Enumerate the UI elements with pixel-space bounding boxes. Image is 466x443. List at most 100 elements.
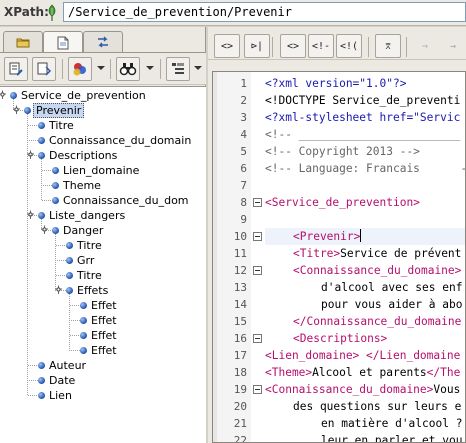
tree-expander-icon[interactable] — [12, 105, 21, 114]
tree-node[interactable]: Liste_dangers — [0, 208, 206, 223]
edit-element-button[interactable] — [4, 57, 28, 81]
tree-node[interactable]: Lien — [0, 388, 206, 403]
xpath-input[interactable]: /Service_de_prevention/Prevenir — [63, 2, 466, 22]
outline-view-dropdown-arrow[interactable] — [194, 66, 202, 70]
code-text: <!-- Copyright 2013 --> — [265, 145, 420, 158]
tree-node[interactable]: Effet — [0, 343, 206, 358]
line-number: 21 — [233, 417, 247, 430]
code-line[interactable]: <Connaissance_du_domaine> — [265, 262, 465, 279]
line-number: 17 — [233, 349, 247, 362]
fold-toggle-icon[interactable] — [253, 385, 262, 394]
code-text: <Connaissance_du_domaine> — [293, 264, 462, 277]
xml-tag: </Lien_domaine — [366, 349, 461, 362]
jump-disabled-button[interactable]: ⇝ — [440, 34, 466, 58]
code-line[interactable]: en matière d'alcool ? — [265, 415, 465, 432]
tree-node[interactable]: Effet — [0, 313, 206, 328]
code-line[interactable]: <Service_de_prevention> — [265, 194, 465, 211]
code-line[interactable]: <!-- Language: Francais - — [265, 160, 465, 177]
tree-node[interactable]: Prevenir — [0, 103, 206, 118]
tree-expander-icon[interactable] — [40, 225, 49, 234]
line-number: 20 — [233, 400, 247, 413]
tree-node[interactable]: Service_de_prevention — [0, 88, 206, 103]
tree-node[interactable]: Effet — [0, 298, 206, 313]
tree-node-label: Lien — [49, 389, 72, 402]
code-line[interactable]: pour vous aider à abo — [265, 296, 465, 313]
tree-node[interactable]: Descriptions — [0, 148, 206, 163]
tag-pair-button[interactable]: <> — [280, 34, 306, 58]
element-node-icon — [66, 287, 73, 294]
xml-tag: <Connaissance_du_domaine> — [265, 383, 434, 396]
tab-folder[interactable] — [3, 31, 43, 52]
tree-node[interactable]: Titre — [0, 268, 206, 283]
tree-node-label: Titre — [77, 269, 102, 282]
next-disabled-button[interactable]: ⇒ — [412, 34, 438, 58]
split-tags-button[interactable]: ⊳| — [244, 34, 270, 58]
fold-toggle-icon[interactable] — [253, 198, 262, 207]
element-node-icon — [66, 272, 73, 279]
code-line[interactable]: <?xml version="1.0"?> — [265, 75, 465, 92]
tree-node[interactable]: Auteur — [0, 358, 206, 373]
code-line[interactable] — [265, 211, 465, 228]
tree-expander-icon[interactable] — [26, 150, 35, 159]
code-line[interactable] — [265, 177, 465, 194]
code-text: en matière d'alcool ? — [321, 417, 463, 430]
code-line[interactable]: <Theme>Alcool et parents</The — [265, 364, 465, 381]
tag-view-button[interactable]: <> — [214, 34, 240, 58]
code-line[interactable]: leur en parler et vou — [265, 432, 465, 442]
code-line[interactable]: <!-- Copyright 2013 --> — [265, 143, 465, 160]
tree-expander-icon[interactable] — [0, 90, 7, 99]
code-line[interactable]: des questions sur leurs e — [265, 398, 465, 415]
refresh-tree-button[interactable] — [32, 57, 56, 81]
code-line[interactable]: <Connaissance_du_domaine>Vous — [265, 381, 465, 398]
code-line[interactable]: <Lien_domaine> </Lien_domaine — [265, 347, 465, 364]
code-line[interactable]: <Descriptions> — [265, 330, 465, 347]
tab-arrows[interactable] — [83, 31, 123, 52]
tree-node[interactable]: Connaissance_du_domain — [0, 133, 206, 148]
tree-node-label: Effet — [91, 344, 117, 357]
find-button[interactable] — [116, 57, 140, 81]
xpath-label: XPath: — [4, 5, 49, 19]
tree-expander-icon[interactable] — [26, 210, 35, 219]
comment-button[interactable]: <!- — [308, 34, 334, 58]
fold-toggle-icon[interactable] — [253, 334, 262, 343]
tree-node[interactable]: Danger — [0, 223, 206, 238]
code-line[interactable]: <Prevenir> — [265, 228, 465, 245]
code-line[interactable]: </Connaissance_du_domaine — [265, 313, 465, 330]
tree-node[interactable]: Effets — [0, 283, 206, 298]
tree-node[interactable]: Connaissance_du_dom — [0, 193, 206, 208]
toolbar-separator — [160, 59, 161, 79]
tree-expander-icon[interactable] — [54, 285, 63, 294]
cdata-button[interactable]: <!( — [336, 34, 362, 58]
code-line[interactable]: <?xml-stylesheet href="Servic — [265, 109, 465, 126]
arrows-icon — [98, 36, 108, 48]
fold-toggle-icon[interactable] — [253, 266, 262, 275]
jump-disabled-icon: ⇝ — [449, 40, 457, 52]
fold-toggle-icon[interactable] — [253, 232, 262, 241]
tree-node-label: Effet — [91, 299, 117, 312]
format-indent-button[interactable]: ⌆ — [375, 34, 401, 58]
element-node-icon — [38, 122, 45, 129]
palette-dropdown-arrow[interactable] — [97, 66, 105, 70]
code-line[interactable]: <!DOCTYPE Service_de_preventi — [265, 92, 465, 109]
xpath-leaf-icon[interactable] — [46, 4, 58, 22]
find-dropdown-arrow[interactable] — [146, 66, 154, 70]
tree-node[interactable]: Titre — [0, 238, 206, 253]
tree-node[interactable]: Lien_domaine — [0, 163, 206, 178]
element-node-icon — [52, 227, 59, 234]
element-node-icon — [80, 347, 87, 354]
tree-node[interactable]: Date — [0, 373, 206, 388]
tree-node[interactable]: Theme — [0, 178, 206, 193]
code-line[interactable]: <Titre>Service de prévent — [265, 245, 465, 262]
line-number: 10 — [233, 230, 247, 243]
code-line[interactable]: d'alcool avec ses enf — [265, 279, 465, 296]
tree-node[interactable]: Effet — [0, 328, 206, 343]
tab-document[interactable] — [43, 31, 83, 53]
text-editor[interactable]: 1 <?xml version="1.0"?> 2 <!DOCTYPE Service… — [212, 71, 466, 443]
line-number: 7 — [240, 179, 247, 192]
code-line[interactable]: <!-- ________________________ — [265, 126, 465, 143]
tree-node[interactable]: Grr — [0, 253, 206, 268]
outline-view-button[interactable] — [166, 57, 190, 81]
tree-node[interactable]: Titre — [0, 118, 206, 133]
line-number: 1 — [240, 77, 247, 90]
palette-button[interactable] — [68, 57, 92, 81]
